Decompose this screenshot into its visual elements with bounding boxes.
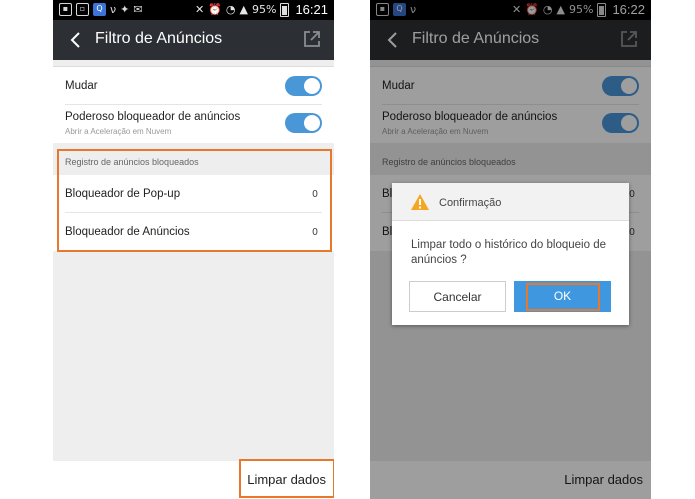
ad-blocker-row[interactable]: Bloqueador de Anúncios (65, 226, 322, 238)
blocker-toggle[interactable] (285, 113, 322, 133)
settings-group: Mudar Poderoso bloqueador de anúncios Ab… (53, 67, 334, 143)
dialog-title: Confirmação (439, 197, 502, 209)
share-icon[interactable] (302, 29, 322, 49)
phone-screen-right: ▪ Q ν ✕ ⏰ ◔ ▲ 95% 16:22 Filtro de Anúnci… (370, 0, 651, 499)
blocker-subtitle: Abrir a Aceleração em Nuvem (65, 127, 172, 136)
bottom-bar: Limpar dados (53, 461, 334, 499)
app-bar: Filtro de Anúncios (53, 20, 334, 60)
back-arrow-icon[interactable] (66, 30, 86, 50)
blocked-log-group: Bloqueador de Pop-up 0 Bloqueador de Anú… (53, 175, 334, 251)
mudar-label: Mudar (65, 80, 98, 92)
popup-blocker-count: 0 (311, 189, 318, 200)
image-notification-icon: ▪ (59, 3, 72, 16)
ok-button[interactable]: OK (514, 281, 611, 312)
signal-icon: ▲ (239, 3, 248, 16)
divider (65, 212, 322, 213)
status-time: 16:21 (295, 2, 328, 17)
mudar-toggle[interactable] (285, 76, 322, 96)
section-header: Registro de anúncios bloqueados (65, 157, 199, 167)
gmail-notification-icon: ✉ (133, 3, 143, 16)
popup-blocker-row[interactable]: Bloqueador de Pop-up (65, 188, 322, 200)
twitter-notification-icon: ✦ (120, 3, 130, 16)
clear-data-button[interactable]: Limpar dados (247, 472, 326, 487)
battery-icon (280, 2, 290, 17)
blocker-label: Poderoso bloqueador de anúncios (65, 111, 241, 123)
search-app-notification-icon: Q (93, 3, 106, 16)
mudar-row: Mudar (65, 80, 322, 92)
mute-icon: ✕ (195, 3, 205, 16)
dialog-header: Confirmação (392, 183, 629, 221)
warning-icon (411, 194, 429, 210)
alarm-icon: ⏰ (208, 3, 222, 16)
battery-percent: 95% (252, 3, 277, 16)
confirmation-dialog: Confirmação Limpar todo o histórico do b… (392, 183, 629, 325)
wifi-icon: ◔ (225, 3, 236, 16)
divider (65, 104, 322, 105)
ad-blocker-count: 0 (311, 227, 318, 238)
page-title: Filtro de Anúncios (95, 30, 223, 47)
popup-blocker-label: Bloqueador de Pop-up (65, 188, 181, 200)
settings-content: Mudar Poderoso bloqueador de anúncios Ab… (53, 60, 334, 499)
dialog-message: Limpar todo o histórico do bloqueio de a… (411, 239, 606, 266)
ad-blocker-label: Bloqueador de Anúncios (65, 226, 190, 238)
status-bar: ▪ ▫ Q ν ✦ ✉ ✕ ⏰ ◔ ▲ 95% 16:21 (53, 0, 334, 20)
cancel-button[interactable]: Cancelar (409, 281, 506, 312)
gallery-notification-icon: ▫ (76, 3, 89, 16)
blocker-row: Poderoso bloqueador de anúncios Abrir a … (65, 111, 322, 136)
vine-notification-icon: ν (110, 3, 117, 16)
phone-screen-left: ▪ ▫ Q ν ✦ ✉ ✕ ⏰ ◔ ▲ 95% 16:21 Filtro de … (53, 0, 334, 499)
